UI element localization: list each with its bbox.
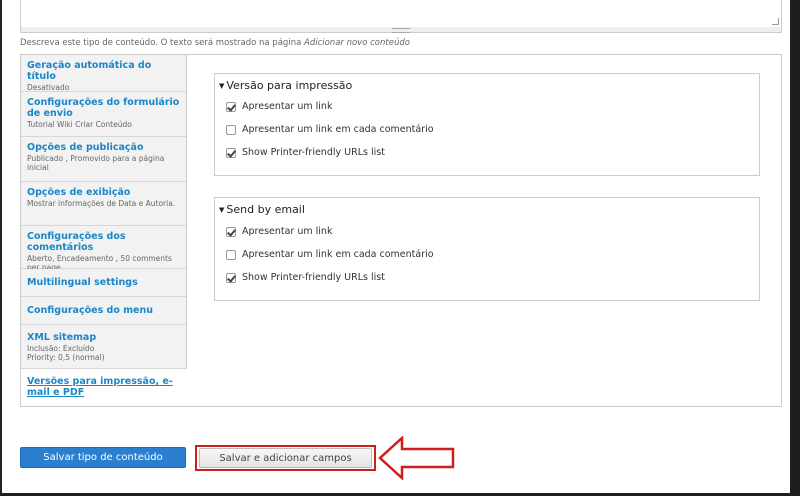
vtab-title-generation[interactable]: Geração automática do título Desativado [21, 55, 186, 92]
checkbox-option[interactable]: Apresentar um link [226, 225, 332, 238]
vtab-summary: Desativado [27, 83, 70, 92]
description-textarea[interactable] [20, 0, 782, 28]
save-content-type-button[interactable]: Salvar tipo de conteúdo [20, 447, 186, 468]
checkbox-label: Show Printer-friendly URLs list [242, 272, 385, 283]
vtab-title: Configurações dos comentários [27, 231, 126, 253]
checkbox-label: Apresentar um link em cada comentário [242, 249, 434, 260]
checkbox[interactable] [226, 226, 236, 237]
vtab-comment-settings[interactable]: Configurações dos comentários Aberto, En… [21, 226, 186, 272]
checkbox[interactable] [226, 124, 236, 135]
vtab-summary: Mostrar informações de Data e Autoria. [27, 199, 176, 208]
checkbox[interactable] [226, 272, 236, 283]
vtab-title: Opções de exibição [27, 187, 131, 198]
checkbox-label: Apresentar um link [242, 101, 333, 112]
checkbox-option[interactable]: Apresentar um link [226, 100, 332, 113]
checkbox-label: Apresentar um link em cada comentário [242, 124, 434, 135]
vtab-title: Versões para impressão, e-mail e PDF [27, 376, 173, 398]
vertical-tabs-list: Geração automática do título Desativado … [21, 55, 187, 406]
vtab-title: XML sitemap [27, 332, 97, 343]
fieldset-legend-label: Versão para impressão [226, 79, 353, 92]
vtab-title: Geração automática do título [27, 60, 152, 82]
description-italic-text: Adicionar novo conteúdo [304, 38, 410, 48]
textarea-resize-grip[interactable] [20, 27, 782, 33]
checkbox-label: Show Printer-friendly URLs list [242, 147, 385, 158]
checkbox[interactable] [226, 101, 236, 112]
checkbox-option[interactable]: Apresentar um link em cada comentário [226, 248, 434, 261]
vertical-tabs-container: Geração automática do título Desativado … [20, 54, 782, 407]
collapse-caret-icon: ▼ [219, 205, 225, 214]
vtab-menu-settings[interactable]: Configurações do menu [21, 297, 186, 325]
description-text: Descreva este tipo de conteúdo. O texto … [20, 38, 304, 48]
checkbox-label: Apresentar um link [242, 226, 333, 237]
checkbox-option[interactable]: Apresentar um link em cada comentário [226, 123, 434, 136]
vtab-display-options[interactable]: Opções de exibição Mostrar informações d… [21, 182, 186, 226]
fieldset-legend[interactable]: ▼ Versão para impressão [219, 79, 352, 92]
vtab-title: Configurações do menu [27, 305, 154, 316]
pointer-arrow-icon [378, 436, 455, 480]
fieldset-printer-version: ▼ Versão para impressão Apresentar um li… [214, 73, 760, 176]
checkbox[interactable] [226, 249, 236, 260]
fieldset-send-by-email: ▼ Send by email Apresentar um link Apres… [214, 197, 760, 301]
save-and-add-fields-button[interactable]: Salvar e adicionar campos [199, 448, 372, 468]
grip-lines-icon [392, 28, 410, 33]
checkbox-option[interactable]: Show Printer-friendly URLs list [226, 146, 385, 159]
vtab-title: Opções de publicação [27, 142, 144, 153]
checkbox[interactable] [226, 147, 236, 158]
window-edge-right [790, 0, 800, 496]
window-edge-left [0, 0, 2, 496]
collapse-caret-icon: ▼ [219, 81, 225, 90]
resize-corner-icon[interactable] [772, 18, 779, 25]
fieldset-legend-label: Send by email [226, 203, 305, 216]
vtab-xml-sitemap[interactable]: XML sitemap Inclusão: Excluído Priority:… [21, 325, 186, 369]
description-help-text: Descreva este tipo de conteúdo. O texto … [20, 38, 410, 48]
vtab-summary: Inclusão: Excluído Priority: 0,5 (normal… [27, 344, 105, 362]
vtab-multilingual-settings[interactable]: Multilingual settings [21, 269, 186, 297]
vtab-publishing-options[interactable]: Opções de publicação Publicado , Promovi… [21, 137, 186, 182]
vtab-summary: Publicado , Promovido para a página inic… [27, 154, 165, 172]
vtab-summary: Tutorial Wiki Criar Conteúdo [27, 120, 132, 129]
vtab-title: Configurações do formulário de envio [27, 97, 180, 119]
checkbox-option[interactable]: Show Printer-friendly URLs list [226, 271, 385, 284]
vtab-submission-form[interactable]: Configurações do formulário de envio Tut… [21, 92, 186, 137]
vtab-title: Multilingual settings [27, 277, 138, 288]
vtab-print-email-pdf[interactable]: Versões para impressão, e-mail e PDF [21, 369, 187, 406]
fieldset-legend[interactable]: ▼ Send by email [219, 203, 305, 216]
